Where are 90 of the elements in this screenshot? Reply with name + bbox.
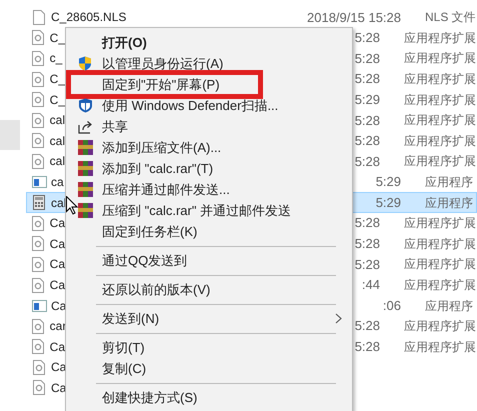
file-type: 应用程序扩展: [404, 92, 476, 109]
gear-file-icon: [32, 236, 44, 252]
calculator-icon: [33, 195, 45, 210]
sidebar-selection: [0, 120, 20, 150]
modified-date: 5:28: [354, 338, 380, 356]
gear-file-icon: [32, 133, 44, 148]
file-name: Ca: [50, 236, 65, 253]
menu-item[interactable]: 压缩并通过邮件发送...: [66, 179, 352, 200]
window-icon: [32, 176, 46, 188]
modified-date: 5:28: [354, 132, 380, 150]
menu-item[interactable]: 发送到(N): [66, 308, 352, 329]
modified-date: 5:28: [354, 214, 380, 232]
gear-file-icon: [33, 380, 45, 396]
file-type: 应用程序扩展: [404, 277, 476, 294]
file-name: ca: [51, 174, 64, 192]
file-name: Ca: [50, 256, 65, 274]
file-type: 应用程序: [425, 298, 473, 315]
modified-date: :44: [362, 276, 380, 294]
file-type: 应用程序扩展: [404, 318, 476, 336]
file-type: 应用程序扩展: [404, 112, 476, 130]
file-type: 应用程序: [425, 194, 473, 212]
gear-file-icon: [32, 278, 44, 293]
file-name: C_: [50, 30, 65, 47]
modified-date: 5:28: [354, 112, 380, 130]
window-icon: [32, 300, 46, 312]
menu-item[interactable]: 固定到任务栏(K): [66, 221, 352, 242]
menu-item[interactable]: 剪切(T): [66, 337, 352, 358]
file-type: 应用程序扩展: [404, 236, 476, 253]
modified-date: 2018/9/15 15:28: [307, 8, 401, 27]
file-name: c_: [50, 50, 62, 68]
menu-item[interactable]: 添加到 "calc.rar"(T): [66, 158, 352, 179]
file-type: NLS 文件: [425, 9, 476, 26]
modified-date: 5:28: [354, 317, 380, 336]
archive-books-icon: [78, 182, 93, 197]
file-name: car: [50, 318, 66, 336]
gear-file-icon: [32, 112, 44, 128]
gear-file-icon: [33, 360, 45, 375]
document-icon: [33, 10, 45, 25]
archive-books-icon: [78, 203, 93, 218]
mouse-pointer-icon: [66, 196, 78, 215]
gear-file-icon: [32, 256, 44, 272]
menu-item[interactable]: 添加到压缩文件(A)...: [66, 137, 352, 158]
menu-item[interactable]: 共享: [66, 116, 352, 137]
archive-books-icon: [78, 140, 93, 155]
chevron-right-icon: [335, 313, 342, 324]
menu-item[interactable]: 通过QQ发送到: [66, 250, 352, 271]
file-name: cal: [50, 132, 65, 150]
modified-date: 5:28: [354, 235, 380, 254]
file-type: 应用程序扩展: [404, 153, 476, 170]
modified-date: 5:28: [354, 152, 380, 171]
file-name: C_: [50, 71, 65, 88]
modified-date: 5:28: [354, 29, 380, 48]
file-name: C_28605.NLS: [51, 9, 126, 26]
gear-file-icon: [32, 339, 44, 354]
gear-file-icon: [32, 318, 44, 334]
file-type: 应用程序扩展: [404, 30, 476, 47]
modified-date: 5:29: [376, 173, 401, 192]
shield-icon: [78, 56, 92, 71]
menu-item[interactable]: 还原以前的版本(V): [66, 279, 352, 300]
file-type: 应用程序扩展: [404, 50, 476, 68]
menu-item[interactable]: 打开(O): [66, 32, 352, 53]
menu-item[interactable]: 创建快捷方式(S): [66, 387, 352, 408]
share-icon: [78, 120, 93, 134]
file-type: 应用程序扩展: [404, 215, 476, 232]
modified-date: 5:28: [354, 70, 380, 88]
file-type: 应用程序扩展: [404, 338, 476, 356]
menu-item[interactable]: 复制(C): [66, 358, 352, 379]
gear-file-icon: [32, 30, 44, 46]
file-type: 应用程序扩展: [404, 132, 476, 150]
modified-date: 5:29: [354, 90, 380, 109]
file-type: 应用程序扩展: [404, 256, 476, 274]
gear-file-icon: [32, 216, 44, 231]
file-name: Ca: [50, 277, 65, 294]
file-name: cal: [50, 153, 65, 170]
modified-date: 5:28: [354, 50, 380, 68]
file-name: Ca: [50, 338, 65, 356]
archive-books-icon: [78, 161, 93, 176]
gear-file-icon: [32, 154, 44, 169]
file-name: cal: [50, 112, 65, 130]
file-type: 应用程序: [425, 174, 473, 192]
defender-shield-icon: [78, 98, 93, 113]
modified-date: :06: [382, 296, 401, 315]
gear-file-icon: [32, 50, 44, 66]
modified-date: 5:28: [354, 256, 380, 274]
gear-file-icon: [32, 72, 44, 87]
file-name: C_: [50, 92, 65, 109]
modified-date: 5:29: [376, 194, 401, 212]
file-type: 应用程序扩展: [404, 71, 476, 88]
gear-file-icon: [32, 92, 44, 108]
file-name: Ca: [50, 215, 65, 232]
